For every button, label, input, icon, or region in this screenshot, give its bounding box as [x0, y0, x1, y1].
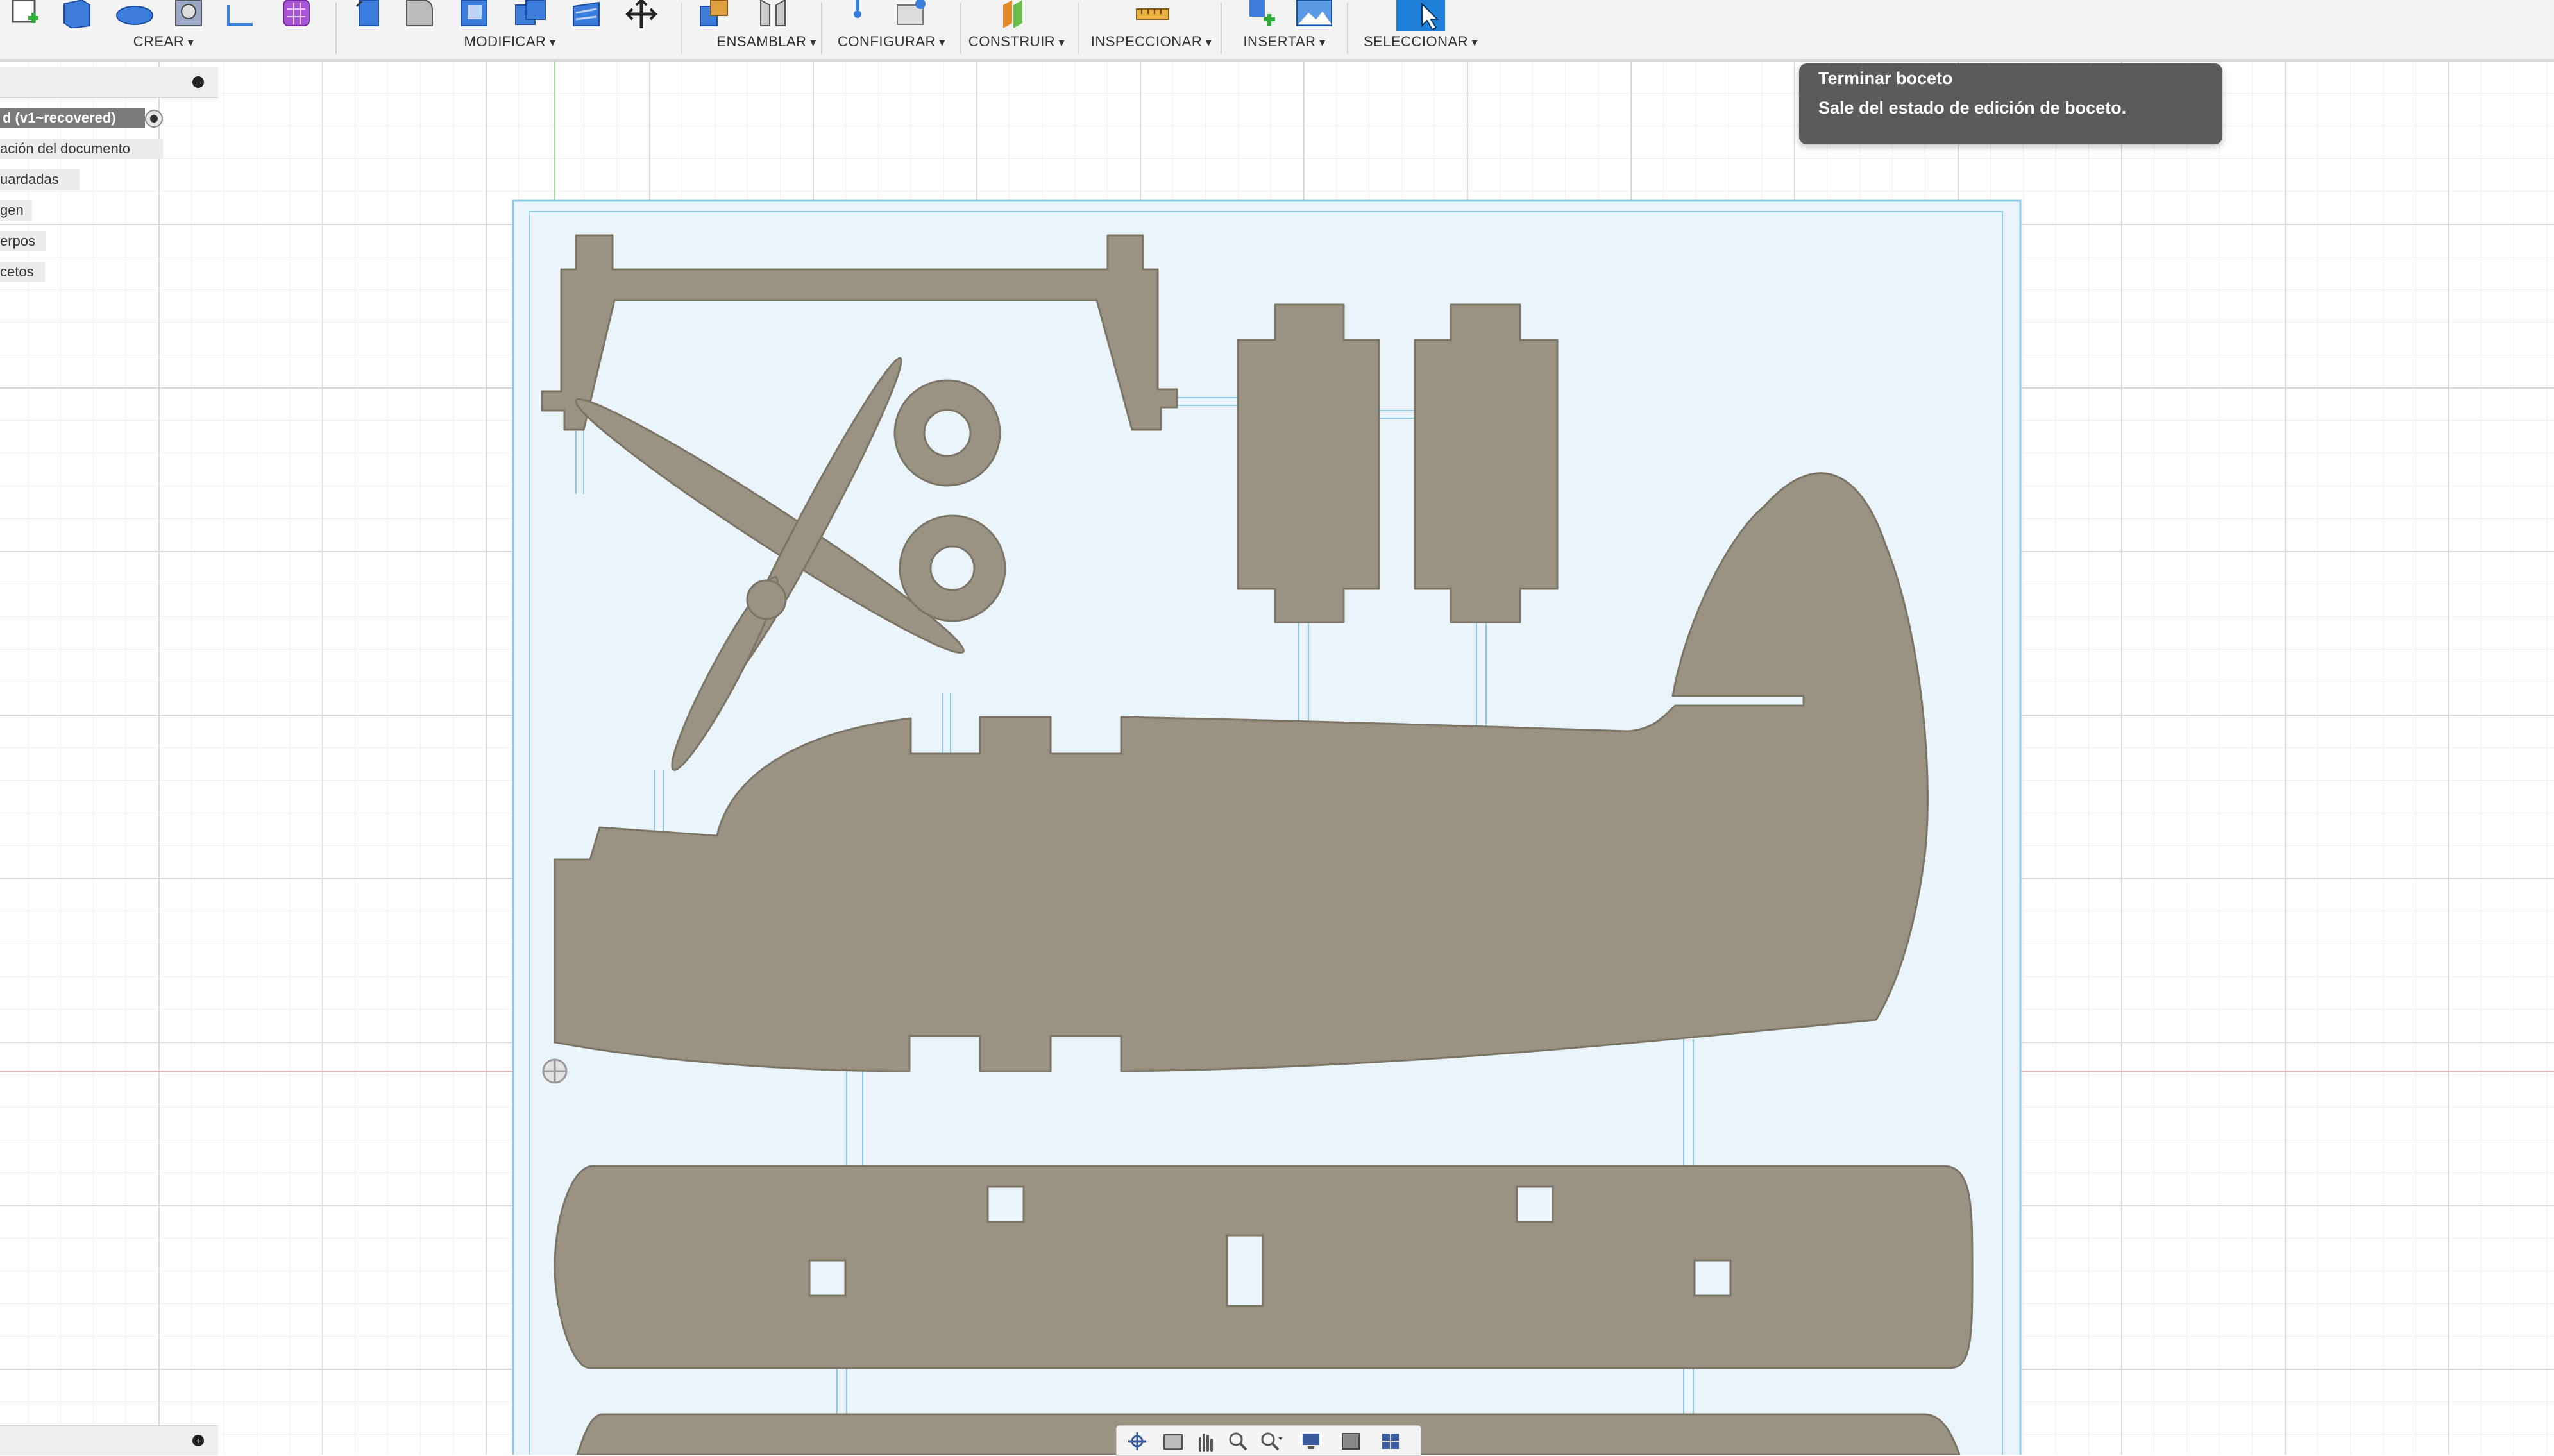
tab-block-part-1[interactable] [1237, 303, 1380, 623]
menu-crear[interactable]: CREAR [0, 33, 327, 50]
select-icon[interactable] [1395, 0, 1446, 31]
toolbar-divider [1347, 3, 1348, 54]
menu-seleccionar[interactable]: SELECCIONAR [1353, 33, 1488, 50]
toolbar-group-ensamblar: ENSAMBLAR [686, 0, 847, 59]
tooltip: Terminar boceto Sale del estado de edici… [1799, 63, 2222, 144]
menu-insertar[interactable]: INSERTAR [1225, 33, 1344, 50]
create-sketch-icon[interactable] [9, 0, 42, 28]
insert-canvas-icon[interactable] [1296, 0, 1332, 28]
grid-settings-icon[interactable] [1381, 1431, 1404, 1452]
plate-slot [1693, 1259, 1732, 1297]
plate-slot [1226, 1234, 1264, 1307]
tab-block-part-2[interactable] [1414, 303, 1559, 623]
revolve-icon[interactable] [115, 0, 153, 28]
extrude-icon[interactable] [62, 0, 95, 28]
toolbar-group-configurar: CONFIGURAR [824, 0, 959, 59]
menu-configurar[interactable]: CONFIGURAR [824, 33, 959, 50]
browser-item-sketches[interactable]: cetos [0, 262, 45, 282]
plate-slot [986, 1185, 1025, 1223]
toolbar-group-seleccionar: SELECCIONAR [1353, 0, 1488, 59]
insert-derive-icon[interactable] [1246, 0, 1279, 28]
menu-construir[interactable]: CONSTRUIR [962, 33, 1071, 50]
browser-item-bodies[interactable]: erpos [0, 231, 46, 251]
sketch-drawing[interactable] [0, 61, 2554, 1455]
navigation-bar [1116, 1425, 1421, 1456]
orbit-icon[interactable] [1126, 1431, 1149, 1452]
visual-style-icon[interactable] [1341, 1431, 1364, 1452]
hole-icon[interactable] [173, 0, 207, 28]
toolbar-group-modificar: MODIFICAR [340, 0, 680, 59]
toolbar-group-insertar: INSERTAR [1225, 0, 1344, 59]
menu-modificar[interactable]: MODIFICAR [340, 33, 680, 50]
collapse-panel-icon[interactable]: – [192, 76, 204, 88]
activate-radio-icon[interactable] [145, 110, 163, 128]
toolbar-group-crear: CREAR [0, 0, 334, 59]
sketch-line-icon[interactable] [224, 0, 258, 28]
move-icon[interactable] [622, 0, 657, 28]
fillet-icon[interactable] [404, 0, 437, 28]
offset-plane-icon[interactable] [999, 0, 1033, 28]
parameters-icon[interactable] [845, 0, 878, 28]
form-icon[interactable] [281, 0, 314, 28]
browser-item-document-settings[interactable]: ación del documento [0, 139, 163, 159]
configure-table-icon[interactable] [895, 0, 928, 28]
press-pull-icon[interactable] [353, 0, 386, 28]
zoom-icon[interactable] [1227, 1431, 1250, 1452]
origin-icon[interactable] [542, 1058, 568, 1084]
comments-panel-header: + [0, 1425, 218, 1455]
plate-slot [1516, 1185, 1554, 1223]
browser-item-label: erpos [0, 233, 36, 249]
new-component-icon[interactable] [698, 0, 731, 28]
menu-ensamblar[interactable]: ENSAMBLAR [686, 33, 847, 50]
toolbar-divider [1221, 3, 1222, 54]
browser-item-named-views[interactable]: uardadas [0, 169, 80, 190]
browser-root-label: d (v1~recovered) [3, 110, 116, 126]
plate-slot [808, 1259, 847, 1297]
browser-item-label: cetos [0, 264, 34, 280]
look-at-icon[interactable] [1162, 1431, 1185, 1452]
browser-item-label: uardadas [0, 171, 59, 187]
design-canvas[interactable] [0, 61, 2554, 1455]
display-settings-icon[interactable] [1301, 1431, 1324, 1452]
shell-icon[interactable] [459, 0, 492, 28]
browser-panel-header: – [0, 67, 218, 98]
browser-item-label: ación del documento [0, 140, 131, 157]
toolbar-group-inspeccionar: INSPECCIONAR [1084, 0, 1219, 59]
toolbar-divider [1078, 3, 1079, 54]
measure-icon[interactable] [1134, 0, 1169, 28]
browser-root-item[interactable]: d (v1~recovered) [0, 108, 145, 128]
toolbar-divider [335, 3, 337, 54]
joint-icon[interactable] [757, 0, 790, 28]
browser-item-origin[interactable]: gen [0, 200, 32, 221]
fit-icon[interactable] [1259, 1431, 1282, 1452]
scale-icon[interactable] [571, 0, 604, 28]
ribbon-toolbar: CREAR MODIFICAR ENSAMBLAR [0, 0, 2554, 61]
combine-icon[interactable] [513, 0, 546, 28]
tooltip-title: Terminar boceto [1818, 69, 1953, 88]
toolbar-divider [960, 3, 961, 54]
menu-inspeccionar[interactable]: INSPECCIONAR [1084, 33, 1219, 50]
browser-item-label: gen [0, 202, 24, 218]
toolbar-divider [681, 3, 682, 54]
tooltip-description: Sale del estado de edición de boceto. [1818, 98, 2127, 117]
expand-panel-icon[interactable]: + [192, 1435, 204, 1446]
toolbar-group-construir: CONSTRUIR [962, 0, 1071, 59]
toolbar-divider [821, 3, 822, 54]
pan-icon[interactable] [1194, 1431, 1217, 1452]
